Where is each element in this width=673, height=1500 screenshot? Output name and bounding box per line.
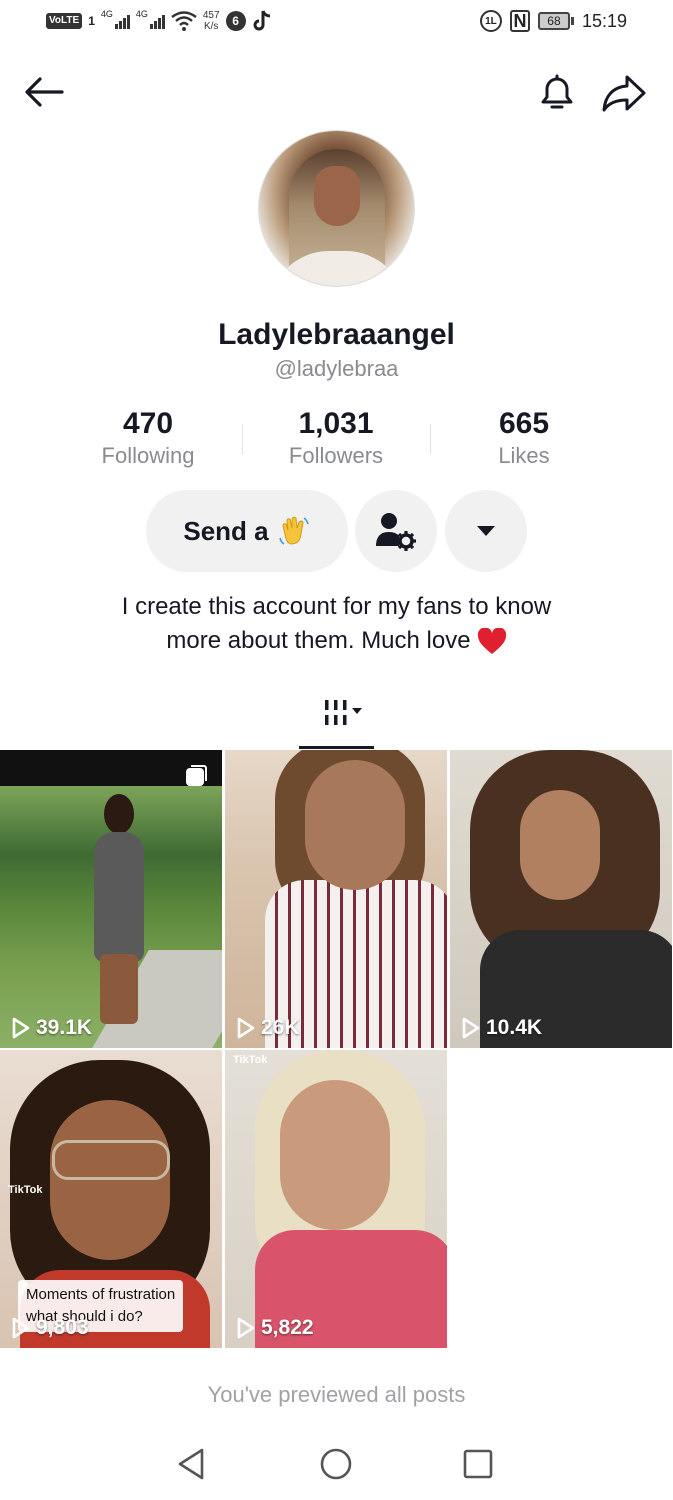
video-tile[interactable]: 10.4K <box>450 750 672 1048</box>
network-type-2: 4G <box>135 9 148 19</box>
video-views: 5,822 <box>237 1316 314 1340</box>
network-speed-unit: K/s <box>203 21 219 32</box>
send-wave-label: Send a <box>183 515 269 546</box>
stat-following-label: Following <box>101 443 195 468</box>
stat-followers[interactable]: 1,031 Followers <box>242 406 430 472</box>
signal-1-icon: 4G <box>101 9 130 29</box>
play-icon <box>12 1017 30 1039</box>
system-navigation-bar <box>0 1436 673 1492</box>
stat-divider <box>430 424 431 454</box>
tab-active-indicator <box>299 746 374 749</box>
profile-display-name: Ladylebraaangel <box>218 318 455 351</box>
video-caption-line-1: Moments of frustration <box>26 1286 176 1303</box>
video-views: 39.1K <box>12 1016 92 1040</box>
nfc-icon: N <box>509 10 530 32</box>
stat-likes-value: 665 <box>498 407 550 440</box>
caret-down-icon <box>477 526 495 536</box>
stat-following[interactable]: 470 Following <box>54 406 242 472</box>
profile-screen: VoLTE 1 4G 4G 457 K/s 6 1L N 68 15:19 La… <box>0 0 673 1500</box>
video-views-count: 9,803 <box>36 1316 89 1339</box>
signal-2-icon: 4G <box>136 9 165 29</box>
video-tile[interactable]: TikTok 5,822 <box>225 1050 447 1348</box>
stat-followers-label: Followers <box>288 443 384 468</box>
play-icon <box>237 1017 255 1039</box>
avatar[interactable] <box>258 130 415 287</box>
profile-tabs <box>0 690 673 750</box>
stat-followers-value: 1,031 <box>298 407 374 440</box>
nav-recent-apps-icon[interactable] <box>458 1444 498 1484</box>
stat-divider <box>242 424 243 454</box>
hd-call-icon: 1L <box>479 10 502 32</box>
clock: 15:19 <box>581 10 627 31</box>
stat-likes[interactable]: 665 Likes <box>430 406 618 472</box>
bio-line-1: I create this account for my fans to kno… <box>121 593 552 620</box>
sim-indicator: 1 <box>88 14 95 28</box>
video-views-count: 39.1K <box>36 1016 93 1039</box>
profile-username: @ladylebraa <box>274 356 399 381</box>
video-views: 26K <box>237 1016 300 1040</box>
tiktok-watermark: TikTok <box>233 1054 268 1066</box>
status-bar: VoLTE 1 4G 4G 457 K/s 6 1L N 68 15:19 <box>0 0 673 48</box>
waving-hand-icon <box>278 516 309 545</box>
battery-icon: 68 <box>537 12 574 30</box>
status-left: VoLTE 1 4G 4G 457 K/s 6 <box>46 9 272 32</box>
video-tile[interactable]: 26K <box>225 750 447 1048</box>
profile-stats: 470 Following 1,031 Followers 665 Likes <box>54 406 620 472</box>
videos-grid-icon <box>325 700 362 725</box>
back-arrow-icon[interactable] <box>22 70 66 114</box>
bell-icon[interactable] <box>534 70 580 116</box>
volte-badge: VoLTE <box>46 13 83 29</box>
profile-bio: I create this account for my fans to kno… <box>40 590 633 658</box>
app-notification-icon: 6 <box>225 11 246 31</box>
video-views-count: 26K <box>261 1016 300 1039</box>
share-icon[interactable] <box>600 70 648 116</box>
tiktok-watermark: TikTok <box>8 1184 43 1196</box>
tiktok-notification-icon <box>253 10 270 31</box>
pinned-icon <box>186 765 207 786</box>
send-wave-button[interactable]: Send a <box>146 490 348 572</box>
video-tile[interactable]: 39.1K <box>0 750 222 1048</box>
play-icon <box>462 1017 480 1039</box>
user-gear-icon <box>376 513 416 551</box>
friend-settings-button[interactable] <box>355 490 437 572</box>
play-icon <box>237 1317 255 1339</box>
nav-back-icon[interactable] <box>172 1444 212 1484</box>
video-tile[interactable]: TikTok Moments of frustration what shoul… <box>0 1050 222 1348</box>
network-type-1: 4G <box>100 9 113 19</box>
battery-level: 68 <box>537 12 570 30</box>
nav-home-icon[interactable] <box>316 1444 356 1484</box>
network-speed: 457 K/s <box>203 10 220 32</box>
video-views: 9,803 <box>12 1316 89 1340</box>
bio-line-2: more about them. Much love <box>166 627 471 654</box>
stat-likes-label: Likes <box>498 443 550 468</box>
more-options-button[interactable] <box>445 490 527 572</box>
stat-following-value: 470 <box>122 407 174 440</box>
wifi-icon <box>171 11 197 31</box>
play-icon <box>12 1317 30 1339</box>
tab-videos[interactable] <box>300 690 374 750</box>
bio-line-2-wrap: more about them. Much love <box>40 624 633 658</box>
video-views-count: 10.4K <box>486 1016 543 1039</box>
end-of-posts-note: You've previewed all posts <box>207 1382 466 1407</box>
video-views: 10.4K <box>462 1016 542 1040</box>
red-heart-icon <box>477 627 506 654</box>
network-speed-value: 457 <box>202 10 220 21</box>
video-views-count: 5,822 <box>261 1316 314 1339</box>
profile-actions: Send a <box>0 490 673 572</box>
status-right: 1L N 68 15:19 <box>479 10 627 32</box>
